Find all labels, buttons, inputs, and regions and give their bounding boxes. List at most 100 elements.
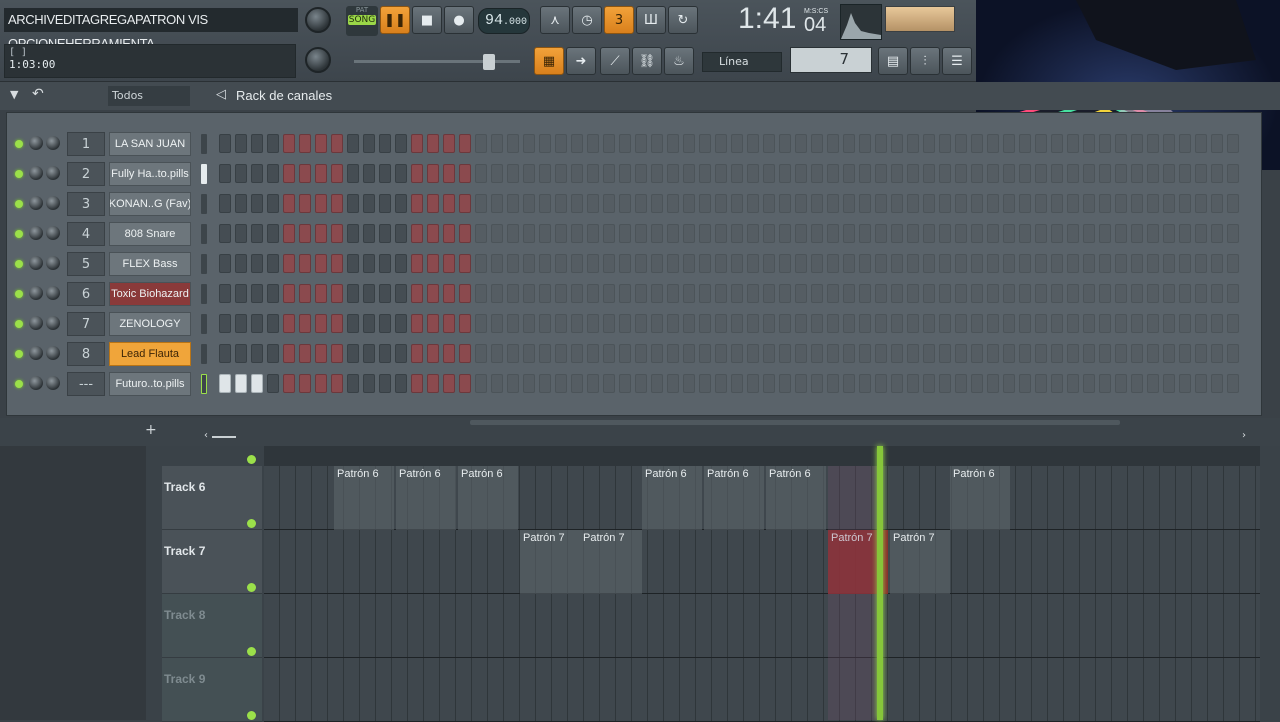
pan-knob[interactable] — [29, 166, 43, 180]
menu-vista[interactable]: VIS — [188, 12, 208, 27]
volume-knob[interactable] — [46, 226, 60, 240]
step-button[interactable] — [1227, 314, 1239, 333]
step-button[interactable] — [859, 254, 871, 273]
volume-knob[interactable] — [46, 286, 60, 300]
step-button[interactable] — [235, 254, 247, 273]
step-button[interactable] — [267, 284, 279, 303]
step-button[interactable] — [587, 284, 599, 303]
step-button[interactable] — [795, 224, 807, 243]
mixer-track-number[interactable]: 7 — [67, 312, 105, 336]
step-button[interactable] — [827, 164, 839, 183]
step-button[interactable] — [683, 374, 695, 393]
step-button[interactable] — [507, 344, 519, 363]
step-button[interactable] — [299, 194, 311, 213]
step-button[interactable] — [1211, 284, 1223, 303]
step-button[interactable] — [267, 194, 279, 213]
step-button[interactable] — [539, 134, 551, 153]
step-button[interactable] — [299, 164, 311, 183]
step-button[interactable] — [635, 374, 647, 393]
step-button[interactable] — [683, 164, 695, 183]
step-button[interactable] — [459, 284, 471, 303]
step-button[interactable] — [283, 284, 295, 303]
step-button[interactable] — [747, 284, 759, 303]
step-button[interactable] — [331, 194, 343, 213]
next-button[interactable]: ➜ — [566, 47, 596, 75]
step-button[interactable] — [219, 194, 231, 213]
step-button[interactable] — [843, 314, 855, 333]
track-mute-led[interactable] — [247, 647, 256, 656]
step-button[interactable] — [731, 194, 743, 213]
mixer-track-number[interactable]: 6 — [67, 282, 105, 306]
step-button[interactable] — [971, 374, 983, 393]
step-button[interactable] — [1211, 344, 1223, 363]
track-lane[interactable] — [264, 530, 1260, 594]
step-button[interactable] — [443, 254, 455, 273]
step-button[interactable] — [475, 134, 487, 153]
pat-song-toggle[interactable]: PAT SONG — [346, 6, 378, 36]
step-button[interactable] — [1019, 254, 1031, 273]
step-button[interactable] — [523, 344, 535, 363]
track-lane[interactable] — [264, 594, 1260, 658]
step-button[interactable] — [443, 314, 455, 333]
step-button[interactable] — [667, 284, 679, 303]
step-button[interactable] — [1035, 224, 1047, 243]
step-button[interactable] — [923, 374, 935, 393]
track-mute-led[interactable] — [247, 455, 256, 464]
step-button[interactable] — [299, 284, 311, 303]
step-button[interactable] — [619, 314, 631, 333]
channel-select-indicator[interactable] — [201, 224, 207, 244]
track-mute-led[interactable] — [247, 711, 256, 720]
channel-mute-led[interactable] — [15, 350, 23, 358]
step-button[interactable] — [651, 134, 663, 153]
step-button[interactable] — [299, 224, 311, 243]
step-button[interactable] — [251, 224, 263, 243]
step-button[interactable] — [491, 134, 503, 153]
step-button[interactable] — [747, 344, 759, 363]
step-button[interactable] — [1195, 134, 1207, 153]
step-button[interactable] — [507, 164, 519, 183]
step-button[interactable] — [299, 134, 311, 153]
play-button[interactable]: ❚❚ — [380, 6, 410, 34]
channel-mute-led[interactable] — [15, 230, 23, 238]
step-button[interactable] — [683, 284, 695, 303]
step-button[interactable] — [811, 374, 823, 393]
menu-edita[interactable]: EDITA — [55, 12, 91, 27]
step-button[interactable] — [1083, 134, 1095, 153]
step-button[interactable] — [779, 224, 791, 243]
step-button[interactable] — [331, 224, 343, 243]
step-button[interactable] — [875, 374, 887, 393]
pan-knob[interactable] — [29, 376, 43, 390]
step-button[interactable] — [555, 134, 567, 153]
step-button[interactable] — [907, 254, 919, 273]
step-button[interactable] — [315, 374, 327, 393]
step-button[interactable] — [395, 224, 407, 243]
step-button[interactable] — [1179, 134, 1191, 153]
step-button[interactable] — [379, 344, 391, 363]
step-button[interactable] — [523, 194, 535, 213]
step-button[interactable] — [1099, 374, 1111, 393]
step-button[interactable] — [555, 164, 567, 183]
step-button[interactable] — [635, 344, 647, 363]
pattern-clip[interactable]: Patrón 6 — [950, 466, 1010, 530]
step-button[interactable] — [571, 194, 583, 213]
step-button[interactable] — [283, 374, 295, 393]
step-button[interactable] — [955, 254, 967, 273]
step-button[interactable] — [635, 194, 647, 213]
metronome-button[interactable]: ⋏ — [540, 6, 570, 34]
step-button[interactable] — [491, 164, 503, 183]
step-button[interactable] — [347, 134, 359, 153]
mixer-track-number[interactable]: 4 — [67, 222, 105, 246]
step-button[interactable] — [411, 194, 423, 213]
step-button[interactable] — [795, 284, 807, 303]
step-button[interactable] — [427, 224, 439, 243]
loop-record-button[interactable]: ↻ — [668, 6, 698, 34]
step-button[interactable] — [939, 164, 951, 183]
step-button[interactable] — [379, 254, 391, 273]
step-button[interactable] — [987, 194, 999, 213]
pan-knob[interactable] — [29, 316, 43, 330]
step-button[interactable] — [779, 164, 791, 183]
step-button[interactable] — [235, 194, 247, 213]
step-button[interactable] — [987, 284, 999, 303]
step-button[interactable] — [843, 134, 855, 153]
step-button[interactable] — [379, 314, 391, 333]
